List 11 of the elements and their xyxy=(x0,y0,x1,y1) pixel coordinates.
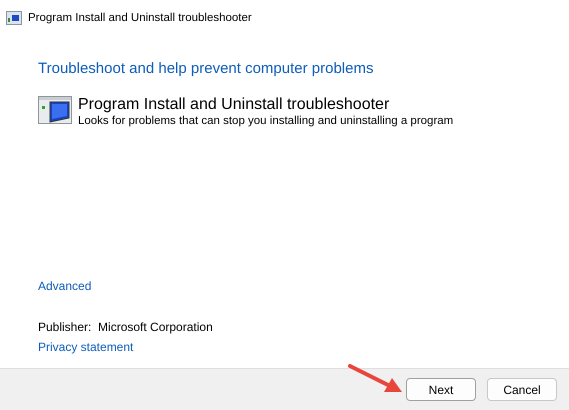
computer-icon xyxy=(38,96,72,124)
cancel-button[interactable]: Cancel xyxy=(487,378,557,401)
window-title: Program Install and Uninstall troubleshooter xyxy=(28,12,252,24)
next-button[interactable]: Next xyxy=(406,378,476,401)
publisher-text: Publisher: Microsoft Corporation xyxy=(38,320,214,334)
advanced-link[interactable]: Advanced xyxy=(38,279,92,293)
troubleshooter-icon xyxy=(6,11,22,25)
page-heading: Troubleshoot and help prevent computer problems xyxy=(38,60,374,77)
troubleshooter-name: Program Install and Uninstall troubleshooter xyxy=(78,96,390,114)
privacy-link[interactable]: Privacy statement xyxy=(38,340,134,354)
troubleshooter-description: Looks for problems that can stop you installing and uninstalling a program xyxy=(78,115,454,127)
